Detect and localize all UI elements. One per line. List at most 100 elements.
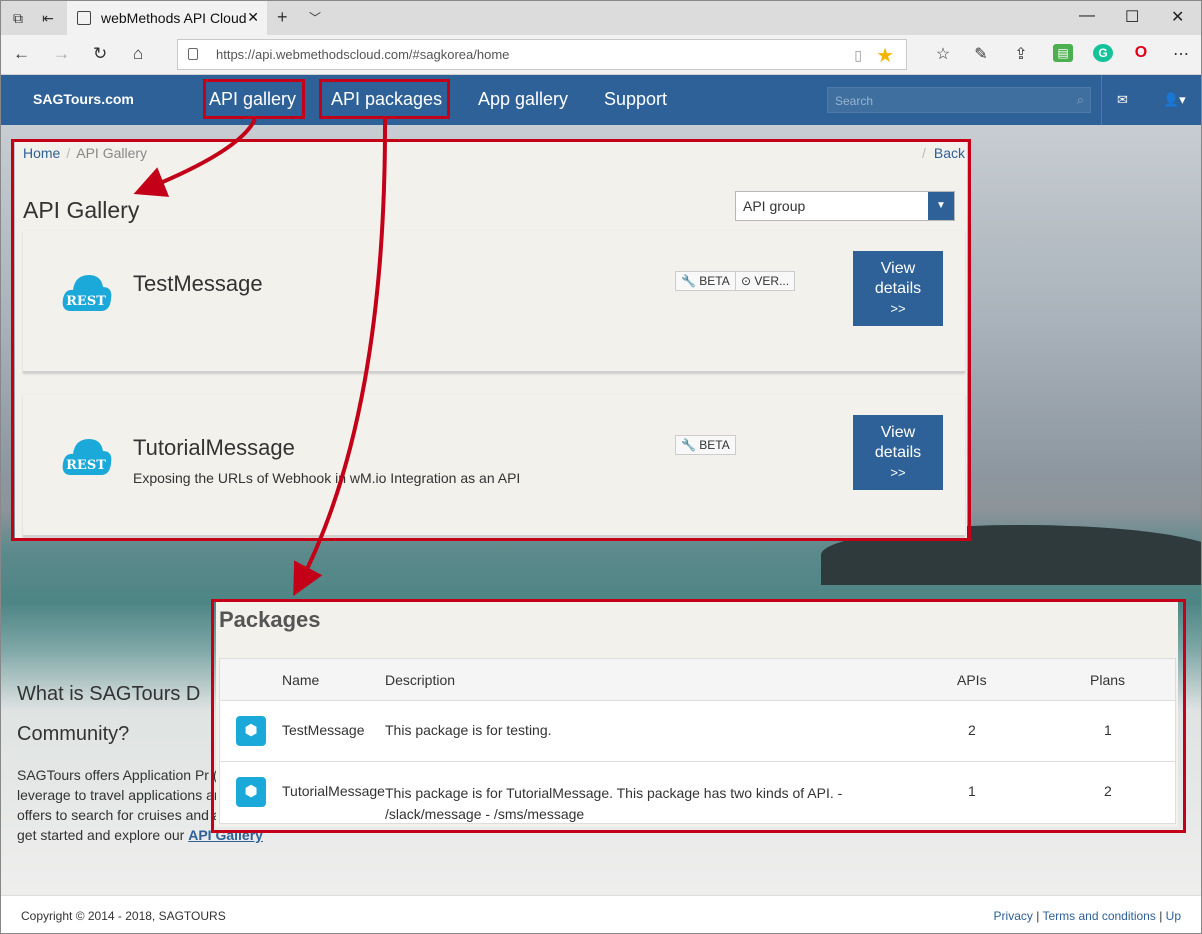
terms-link[interactable]: Terms and conditions [1042, 909, 1155, 923]
view-details-line1: View [880, 260, 916, 277]
search-input[interactable]: Search ⌕ [827, 87, 1091, 113]
package-description: This package is for TutorialMessage. Thi… [385, 785, 843, 822]
nav-api-packages[interactable]: API packages [331, 89, 442, 110]
back-arrow-icon[interactable]: ← [13, 45, 30, 63]
tab-bar: ⧉ ⇤ webMethods API Cloud ✕ + ﹀ — ☐ ✕ [1, 1, 1201, 35]
set-tabs-aside-icon[interactable]: ⇤ [39, 9, 57, 27]
close-tab-icon[interactable]: ✕ [247, 9, 259, 26]
site-page: SAGTours.com API gallery API packages Ap… [1, 75, 1201, 933]
dropdown-arrow-icon[interactable]: ▼ [928, 192, 954, 220]
opera-icon[interactable]: O [1131, 44, 1151, 62]
refresh-icon[interactable]: ↻ [93, 45, 107, 63]
lock-icon [188, 48, 198, 60]
api-group-select[interactable]: API group ▼ [735, 191, 955, 221]
breadcrumb-home[interactable]: Home [23, 145, 60, 161]
version-badge: ⊙ VER... [735, 271, 796, 291]
column-header-apis: APIs [957, 672, 987, 688]
package-description: This package is for testing. [385, 722, 552, 738]
more-menu-icon[interactable]: ⋯ [1171, 44, 1191, 64]
site-brand[interactable]: SAGTours.com [33, 91, 134, 107]
beta-badge: 🔧 BETA [675, 435, 736, 455]
forward-arrow-icon[interactable]: → [53, 45, 70, 63]
favorite-star-icon[interactable]: ★ [876, 43, 894, 68]
column-header-description: Description [385, 672, 456, 688]
view-details-line2: details [874, 444, 922, 461]
breadcrumb: Home / API Gallery [23, 145, 148, 161]
view-details-line3: >> [890, 465, 906, 480]
nav-api-gallery[interactable]: API gallery [209, 89, 296, 110]
address-toolbar: ← → ↻ ⌂ https://api.webmethodscloud.com/… [1, 35, 1201, 75]
footer-links: Privacy | Terms and conditions | Up [993, 909, 1181, 923]
minimize-icon[interactable]: — [1079, 7, 1095, 25]
page-title: API Gallery [23, 197, 140, 223]
extension-green-icon[interactable]: ▤ [1053, 44, 1073, 62]
close-window-icon[interactable]: ✕ [1171, 7, 1184, 27]
pen-icon[interactable]: ✎ [971, 44, 991, 64]
api-gallery-panel: Home / API Gallery / Back API Gallery API g… [15, 141, 967, 541]
packages-table: Name Description APIs Plans ⬢ TestMessag… [219, 658, 1176, 824]
active-tab[interactable]: webMethods API Cloud ✕ [67, 1, 267, 35]
api-gallery-link[interactable]: API Gallery [188, 827, 263, 843]
home-icon[interactable]: ⌂ [133, 45, 143, 63]
back-link[interactable]: / Back [922, 145, 965, 161]
privacy-link[interactable]: Privacy [994, 909, 1033, 923]
package-name[interactable]: TestMessage [282, 722, 364, 738]
search-icon[interactable]: ⌕ [1077, 92, 1084, 108]
back-label[interactable]: Back [934, 145, 965, 161]
inbox-icon[interactable]: ✉ [1117, 92, 1128, 108]
grammarly-icon[interactable]: G [1093, 44, 1113, 62]
api-group-value: API group [743, 198, 806, 214]
site-footer: Copyright © 2014 - 2018, SAGTOURS Privac… [1, 895, 1201, 933]
packages-panel: Packages Name Description APIs Plans ⬢ T… [216, 601, 1178, 827]
api-description: Exposing the URLs of Webhook in wM.io In… [133, 470, 521, 486]
url-text[interactable]: https://api.webmethodscloud.com/#sagkore… [216, 47, 509, 62]
api-name[interactable]: TutorialMessage [133, 435, 295, 461]
package-cube-icon: ⬢ [236, 777, 266, 807]
maximize-icon[interactable]: ☐ [1125, 7, 1139, 27]
nav-app-gallery[interactable]: App gallery [478, 89, 568, 110]
new-tab-icon[interactable]: + [277, 7, 288, 28]
package-apis-count: 1 [968, 783, 976, 799]
intro-heading-line2: Community? [17, 723, 130, 745]
beta-label: BETA [699, 274, 730, 288]
beta-label: BETA [699, 438, 730, 452]
view-details-button[interactable]: View details >> [853, 251, 943, 326]
search-placeholder: Search [835, 94, 874, 108]
view-details-line2: details [874, 280, 922, 297]
view-details-button[interactable]: View details >> [853, 415, 943, 490]
tab-title: webMethods API Cloud [101, 10, 247, 26]
intro-heading-line1: What is SAGTours D [17, 683, 201, 705]
rest-cloud-icon: REST [62, 439, 112, 475]
share-icon[interactable]: ⇪ [1011, 44, 1031, 64]
page-favicon-icon [77, 11, 91, 25]
api-card-tutorialmessage[interactable]: REST TutorialMessage Exposing the URLs o… [23, 395, 965, 537]
header-divider [1101, 75, 1102, 125]
beta-badge: 🔧 BETA [675, 271, 736, 291]
up-link[interactable]: Up [1166, 909, 1181, 923]
package-cube-icon: ⬢ [236, 716, 266, 746]
view-details-line3: >> [890, 301, 906, 316]
tab-preview-icon[interactable]: ⧉ [9, 9, 27, 27]
packages-title: Packages [219, 607, 321, 632]
column-header-name: Name [282, 672, 320, 688]
table-row[interactable]: ⬢ TutorialMessage This package is for Tu… [220, 762, 1175, 823]
table-row[interactable]: ⬢ TestMessage This package is for testin… [220, 701, 1175, 762]
package-plans-count: 2 [1104, 783, 1112, 799]
package-plans-count: 1 [1104, 722, 1112, 738]
api-name[interactable]: TestMessage [133, 271, 263, 297]
site-header: SAGTours.com API gallery API packages Ap… [1, 75, 1201, 125]
rest-icon-label: REST [66, 458, 106, 473]
reading-view-icon[interactable]: ▯ [854, 47, 862, 64]
nav-support[interactable]: Support [604, 89, 667, 110]
browser-window: ⧉ ⇤ webMethods API Cloud ✕ + ﹀ — ☐ ✕ ← →… [0, 0, 1202, 934]
column-header-plans: Plans [1090, 672, 1126, 688]
package-apis-count: 2 [968, 722, 976, 738]
breadcrumb-current: API Gallery [76, 145, 148, 161]
chevron-down-icon[interactable]: ﹀ [309, 9, 321, 26]
favorites-list-icon[interactable]: ☆ [933, 44, 953, 64]
rest-icon-label: REST [66, 294, 106, 309]
address-bar[interactable]: https://api.webmethodscloud.com/#sagkore… [177, 39, 907, 70]
package-name[interactable]: TutorialMessage [282, 783, 385, 799]
api-card-testmessage[interactable]: REST TestMessage 🔧 BETA ⊙ VER... View de… [23, 231, 965, 373]
user-menu-icon[interactable]: 👤▾ [1163, 92, 1186, 108]
